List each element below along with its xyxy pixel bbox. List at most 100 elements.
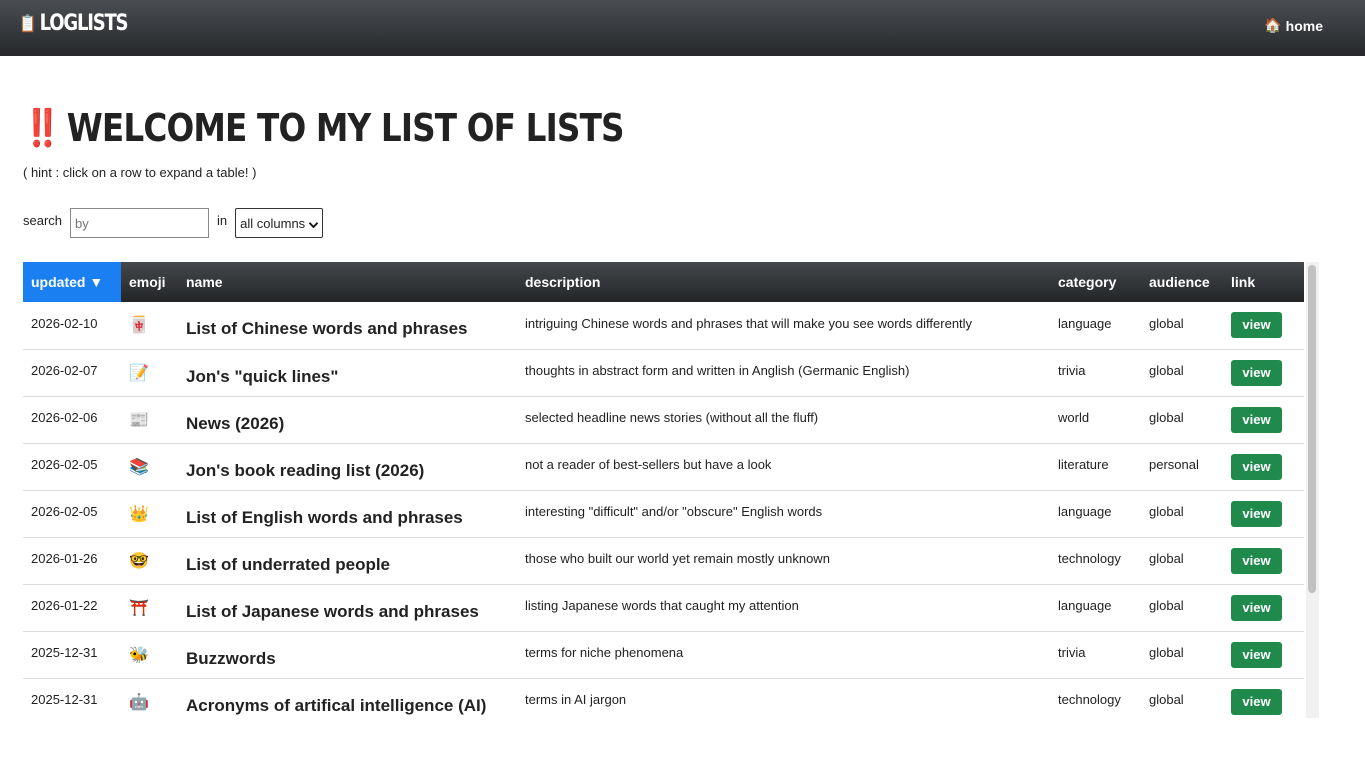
cell-updated: 2025-12-31 bbox=[31, 645, 98, 660]
torii-gate-icon: ⛩️ bbox=[129, 599, 149, 617]
cell-description: not a reader of best-sellers but have a … bbox=[525, 457, 772, 472]
double-exclamation-icon: ‼️ bbox=[23, 108, 62, 149]
cell-description: those who built our world yet remain mos… bbox=[525, 551, 830, 566]
cell-name: List of Japanese words and phrases bbox=[186, 601, 479, 621]
table-row[interactable]: 2025-12-31 🐝 Buzzwords terms for niche p… bbox=[23, 631, 1304, 678]
cell-updated: 2026-02-07 bbox=[31, 363, 98, 378]
cell-audience: global bbox=[1149, 598, 1184, 613]
view-button[interactable]: view bbox=[1231, 453, 1282, 480]
table-row[interactable]: 2026-02-05 📚 Jon's book reading list (20… bbox=[23, 443, 1304, 490]
clipboard-icon: 📋 bbox=[19, 13, 37, 34]
column-header-description[interactable]: description bbox=[517, 262, 1050, 302]
view-button[interactable]: view bbox=[1231, 688, 1282, 715]
cell-link: view bbox=[1223, 443, 1304, 490]
view-button[interactable]: view bbox=[1231, 312, 1282, 339]
home-link[interactable]: 🏠 home bbox=[1264, 17, 1323, 34]
cell-category: language bbox=[1058, 598, 1112, 613]
page-title: ‼️ WELCOME TO MY LIST OF LISTS bbox=[23, 106, 625, 150]
cell-description: interesting "difficult" and/or "obscure"… bbox=[525, 504, 823, 519]
brand-logo[interactable]: 📋 LOGLISTS bbox=[19, 11, 129, 36]
column-header-name[interactable]: name bbox=[178, 262, 517, 302]
cell-audience: global bbox=[1149, 551, 1184, 566]
cell-updated: 2026-02-06 bbox=[31, 410, 98, 425]
in-label: in bbox=[217, 212, 228, 228]
cell-description: terms for niche phenomena bbox=[525, 645, 684, 660]
table-row[interactable]: 2026-02-05 👑 List of English words and p… bbox=[23, 490, 1304, 537]
column-header-updated[interactable]: updated ▼ bbox=[23, 262, 121, 302]
cell-audience: global bbox=[1149, 410, 1184, 425]
cell-updated: 2026-01-22 bbox=[31, 598, 98, 613]
cell-name: List of Chinese words and phrases bbox=[186, 319, 468, 339]
column-select-value: all columns bbox=[240, 215, 306, 231]
view-button[interactable]: view bbox=[1231, 406, 1282, 433]
cell-audience: global bbox=[1149, 692, 1184, 707]
mahjong-icon: 🀄 bbox=[129, 317, 149, 335]
house-icon: 🏠 bbox=[1264, 17, 1282, 33]
table-scrollbar[interactable] bbox=[1306, 262, 1319, 718]
cell-link: view bbox=[1223, 678, 1304, 718]
lists-table-container: updated ▼ emoji name description categor… bbox=[23, 262, 1304, 718]
brand-name: LOGLISTS bbox=[39, 11, 129, 36]
search-input[interactable] bbox=[70, 208, 210, 238]
view-button[interactable]: view bbox=[1231, 641, 1282, 668]
cell-link: view bbox=[1223, 537, 1304, 584]
column-header-category[interactable]: category bbox=[1050, 262, 1141, 302]
cell-audience: global bbox=[1149, 363, 1184, 378]
cell-link: view bbox=[1223, 349, 1304, 396]
cell-name: Jon's book reading list (2026) bbox=[186, 460, 425, 480]
chevron-down-icon bbox=[309, 216, 319, 231]
cell-category: trivia bbox=[1058, 363, 1086, 378]
column-header-emoji[interactable]: emoji bbox=[121, 262, 178, 302]
cell-category: trivia bbox=[1058, 645, 1086, 660]
table-row[interactable]: 2026-02-10 🀄 List of Chinese words and p… bbox=[23, 302, 1304, 349]
nerd-face-icon: 🤓 bbox=[129, 552, 149, 570]
view-button[interactable]: view bbox=[1231, 359, 1282, 386]
cell-category: literature bbox=[1058, 457, 1109, 472]
cell-description: terms in AI jargon bbox=[525, 692, 627, 707]
cell-name: Acronyms of artifical intelligence (AI) bbox=[186, 695, 487, 715]
cell-link: view bbox=[1223, 302, 1304, 349]
table-row[interactable]: 2026-01-22 ⛩️ List of Japanese words and… bbox=[23, 584, 1304, 631]
column-header-link[interactable]: link bbox=[1223, 262, 1304, 302]
view-button[interactable]: view bbox=[1231, 547, 1282, 574]
search-label: search bbox=[23, 212, 63, 228]
cell-category: world bbox=[1058, 410, 1090, 425]
lists-table: updated ▼ emoji name description categor… bbox=[23, 262, 1304, 718]
crown-icon: 👑 bbox=[129, 505, 149, 523]
robot-icon: 🤖 bbox=[129, 693, 149, 711]
cell-category: technology bbox=[1058, 692, 1121, 707]
column-select[interactable]: all columns bbox=[235, 208, 324, 238]
top-navbar: 📋 LOGLISTS 🏠 home bbox=[0, 0, 1365, 56]
cell-link: view bbox=[1223, 396, 1304, 443]
hint-text: ( hint : click on a row to expand a tabl… bbox=[23, 165, 257, 180]
cell-updated: 2025-12-31 bbox=[31, 692, 98, 707]
cell-description: intriguing Chinese words and phrases tha… bbox=[525, 315, 973, 331]
cell-description: selected headline news stories (without … bbox=[525, 410, 819, 425]
newspaper-icon: 📰 bbox=[129, 411, 149, 429]
cell-updated: 2026-02-10 bbox=[31, 315, 98, 331]
column-header-audience[interactable]: audience bbox=[1141, 262, 1223, 302]
scrollbar-thumb[interactable] bbox=[1308, 265, 1316, 593]
cell-description: listing Japanese words that caught my at… bbox=[525, 598, 799, 613]
cell-category: language bbox=[1058, 504, 1112, 519]
table-row[interactable]: 2026-01-26 🤓 List of underrated people t… bbox=[23, 537, 1304, 584]
table-row[interactable]: 2026-02-07 📝 Jon's "quick lines" thought… bbox=[23, 349, 1304, 396]
cell-link: view bbox=[1223, 490, 1304, 537]
memo-icon: 📝 bbox=[129, 364, 149, 382]
cell-audience: global bbox=[1149, 645, 1184, 660]
cell-audience: global bbox=[1149, 504, 1184, 519]
table-row[interactable]: 2026-02-06 📰 News (2026) selected headli… bbox=[23, 396, 1304, 443]
cell-link: view bbox=[1223, 631, 1304, 678]
cell-name: List of English words and phrases bbox=[186, 507, 463, 527]
table-row[interactable]: 2025-12-31 🤖 Acronyms of artifical intel… bbox=[23, 678, 1304, 718]
cell-description: thoughts in abstract form and written in… bbox=[525, 363, 910, 378]
cell-updated: 2026-01-26 bbox=[31, 551, 98, 566]
view-button[interactable]: view bbox=[1231, 594, 1282, 621]
view-button[interactable]: view bbox=[1231, 500, 1282, 527]
page-title-text: WELCOME TO MY LIST OF LISTS bbox=[66, 106, 625, 150]
cell-link: view bbox=[1223, 584, 1304, 631]
table-header-row: updated ▼ emoji name description categor… bbox=[23, 262, 1304, 302]
cell-audience: global bbox=[1149, 315, 1184, 331]
cell-name: Buzzwords bbox=[186, 648, 276, 668]
cell-name: List of underrated people bbox=[186, 554, 391, 574]
